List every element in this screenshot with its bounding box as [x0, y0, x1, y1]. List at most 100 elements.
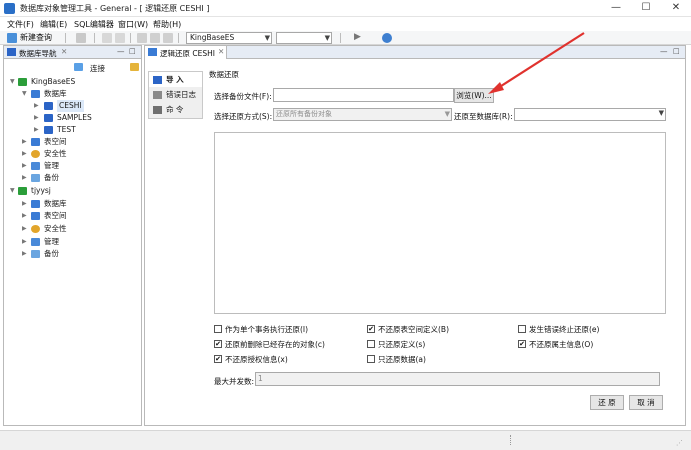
maximize-icon[interactable]: ☐ [673, 47, 680, 56]
side-tab-error-log[interactable]: 错误日志 [149, 87, 202, 102]
database-combo[interactable]: KingBaseES ▼ [186, 32, 272, 44]
minimize-icon[interactable]: — [660, 47, 668, 56]
tree-node[interactable]: ▶ 备份 [4, 248, 141, 260]
max-concurrency-label: 最大并发数: [214, 377, 255, 386]
side-tab-error-log-label: 错误日志 [166, 90, 196, 99]
copy-icon[interactable] [150, 33, 160, 43]
expand-icon[interactable]: ▶ [22, 210, 27, 222]
restore-to-db-select[interactable]: ▼ [514, 108, 666, 121]
option-label: 只还原数据(a) [378, 355, 426, 364]
menu-window[interactable]: 窗口(W) [118, 19, 148, 30]
tree-node[interactable]: ▶ 安全性 [4, 223, 141, 235]
expand-icon[interactable]: ▶ [22, 223, 27, 235]
tree-label: TEST [57, 125, 76, 134]
max-concurrency-input[interactable]: 1 [255, 372, 660, 386]
expand-icon[interactable]: ▶ [34, 112, 39, 124]
expand-icon[interactable]: ▼ [10, 185, 15, 197]
option-checkbox[interactable]: ✔ [214, 340, 222, 348]
expand-icon[interactable]: ▶ [34, 100, 39, 112]
menu-edit[interactable]: 编辑(E) [40, 19, 67, 30]
expand-icon[interactable]: ▶ [22, 236, 27, 248]
tab-logical-restore[interactable]: 逻辑还原 CESHI ✕ [145, 46, 227, 59]
manage-icon [31, 162, 40, 170]
backup-file-input[interactable] [273, 88, 454, 102]
expand-icon[interactable]: ▼ [10, 76, 15, 88]
tree-node[interactable]: ▶ TEST [4, 124, 141, 136]
option-checkbox[interactable] [367, 355, 375, 363]
tree-node[interactable]: ▶ 数据库 [4, 198, 141, 210]
refresh-icon[interactable] [130, 63, 139, 71]
navigator-tab[interactable]: 数据库导航 ✕ — ☐ [4, 46, 141, 59]
option-checkbox[interactable]: ✔ [214, 355, 222, 363]
connect-button[interactable]: 连接 [90, 63, 105, 74]
tree-label: 表空间 [44, 211, 67, 220]
expand-icon[interactable]: ▼ [22, 88, 27, 100]
option-label: 还原前删除已经存在的对象(c) [225, 340, 325, 349]
option-checkbox[interactable]: ✔ [367, 325, 375, 333]
expand-icon[interactable]: ▶ [22, 160, 27, 172]
run-icon[interactable]: ▶ [354, 32, 361, 42]
database-icon [44, 114, 53, 122]
menu-sql-editor[interactable]: SQL编辑器 [74, 19, 114, 30]
tablespace-icon [31, 212, 40, 220]
tree-node[interactable]: ▶ 管理 [4, 236, 141, 248]
expand-icon[interactable]: ▶ [22, 136, 27, 148]
tablespace-icon [31, 138, 40, 146]
tree-node[interactable]: ▶ 备份 [4, 172, 141, 184]
maximize-button[interactable]: ☐ [631, 0, 661, 17]
tree-label: 管理 [44, 237, 59, 246]
paste-icon[interactable] [163, 33, 173, 43]
menu-file[interactable]: 文件(F) [7, 19, 34, 30]
expand-icon[interactable]: ▶ [22, 172, 27, 184]
save-icon[interactable] [76, 33, 86, 43]
status-separator [510, 435, 512, 445]
expand-icon[interactable]: ▶ [22, 198, 27, 210]
option-checkbox[interactable] [214, 325, 222, 333]
close-icon[interactable]: ✕ [61, 47, 67, 56]
cancel-button[interactable]: 取 消 [629, 395, 663, 410]
expand-icon[interactable]: ▶ [22, 248, 27, 260]
undo-icon[interactable] [102, 33, 112, 43]
minimize-button[interactable]: — [601, 0, 631, 17]
restore-button[interactable]: 还 原 [590, 395, 624, 410]
close-button[interactable]: ✕ [661, 0, 691, 17]
tree-node[interactable]: ▼ 数据库 [4, 88, 141, 100]
option-checkbox[interactable] [518, 325, 526, 333]
command-icon [153, 106, 162, 114]
new-query-button[interactable]: 新建查询 [20, 32, 52, 44]
tree-label: 备份 [44, 173, 59, 182]
status-bar: ⋰ [0, 430, 691, 450]
tree-node-selected[interactable]: ▶ CESHI [4, 100, 141, 112]
cut-icon[interactable] [137, 33, 147, 43]
debug-icon[interactable] [382, 33, 392, 43]
schema-combo[interactable]: ▼ [276, 32, 332, 44]
close-icon[interactable]: ✕ [218, 47, 224, 56]
expand-icon[interactable]: ▶ [22, 148, 27, 160]
tree-label: 安全性 [44, 224, 67, 233]
tree-node[interactable]: ▶ 表空间 [4, 136, 141, 148]
restore-objects-list[interactable] [214, 132, 666, 314]
tab-logical-restore-label: 逻辑还原 CESHI [160, 49, 215, 58]
tree-node[interactable]: ▶ 管理 [4, 160, 141, 172]
tree-node[interactable]: ▶ SAMPLES [4, 112, 141, 124]
tree-node[interactable]: ▼ KingBaseES [4, 76, 141, 88]
side-tab-command[interactable]: 命 令 [149, 102, 202, 117]
editor-panel: 逻辑还原 CESHI ✕ — ☐ 导 入 错误日志 命 令 数据还原 选择备份文… [144, 45, 686, 426]
tree-node[interactable]: ▼ tjyysj [4, 185, 141, 197]
maximize-icon[interactable]: ☐ [129, 47, 136, 56]
redo-icon[interactable] [115, 33, 125, 43]
tree-label: tjyysj [31, 186, 51, 195]
resize-grip-icon[interactable]: ⋰ [676, 439, 686, 449]
tree-node[interactable]: ▶ 表空间 [4, 210, 141, 222]
tree-node[interactable]: ▶ 安全性 [4, 148, 141, 160]
option-checkbox[interactable] [367, 340, 375, 348]
menu-help[interactable]: 帮助(H) [153, 19, 181, 30]
minimize-icon[interactable]: — [117, 47, 125, 56]
expand-icon[interactable]: ▶ [34, 124, 39, 136]
side-tabs: 导 入 错误日志 命 令 [148, 71, 203, 119]
option-checkbox[interactable]: ✔ [518, 340, 526, 348]
side-tab-import[interactable]: 导 入 [149, 72, 202, 87]
tree-label: 安全性 [44, 149, 67, 158]
restore-mode-select[interactable]: 还原所有备份对象 ▼ [273, 108, 452, 121]
option-label: 不还原属主信息(O) [529, 340, 594, 349]
